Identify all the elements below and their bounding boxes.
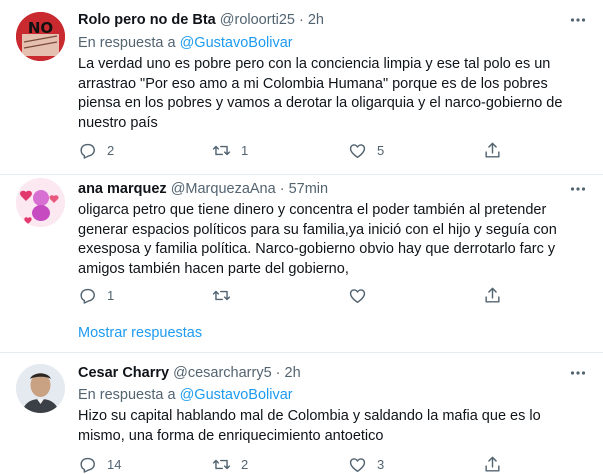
reply-label: En respuesta a <box>78 387 176 403</box>
author-handle[interactable]: @roloorti25 <box>220 12 295 28</box>
retweet-button[interactable]: 2 <box>212 454 248 474</box>
author-name[interactable]: Rolo pero no de Bta <box>78 12 216 28</box>
like-button[interactable]: 3 <box>348 454 384 474</box>
timestamp[interactable]: 2h <box>285 365 301 381</box>
tweet-feed: NO Rolo pero no de Bta @roloorti25 · 2h … <box>0 0 603 474</box>
tweet-text: La verdad uno es pobre pero con la conci… <box>78 56 563 131</box>
tweet-actions: 14 2 3 <box>78 454 508 474</box>
reply-button[interactable]: 14 <box>78 454 121 474</box>
like-count: 3 <box>377 456 385 472</box>
retweet-button[interactable] <box>212 285 241 305</box>
share-icon <box>485 456 500 472</box>
author-handle[interactable]: @MarquezaAna <box>171 181 276 197</box>
reply-label: En respuesta a <box>78 35 176 51</box>
avatar-image <box>16 178 65 227</box>
like-icon <box>349 457 366 472</box>
separator: · <box>298 12 304 28</box>
retweet-icon <box>212 290 231 300</box>
avatar-image <box>16 364 65 413</box>
share-button[interactable] <box>483 454 502 474</box>
tweet-text: Hizo su capital hablando mal de Colombia… <box>78 408 541 444</box>
avatar-image: NO <box>16 12 65 61</box>
separator: · <box>279 181 285 197</box>
more-icon[interactable] <box>569 180 587 198</box>
avatar[interactable] <box>16 364 65 413</box>
reply-icon <box>80 288 95 304</box>
reply-handle-link[interactable]: @GustavoBolivar <box>180 35 293 51</box>
timestamp[interactable]: 2h <box>308 12 324 28</box>
retweet-icon <box>212 459 231 469</box>
author-name[interactable]: Cesar Charry <box>78 365 169 381</box>
tweet-header: Rolo pero no de Bta @roloorti25 · 2h <box>78 11 324 29</box>
show-replies-link[interactable]: Mostrar respuestas <box>78 324 202 342</box>
reply-icon <box>80 143 95 159</box>
avatar[interactable] <box>16 178 65 227</box>
like-button[interactable] <box>348 285 377 305</box>
reply-context: En respuesta a @GustavoBolivar <box>78 34 293 52</box>
share-icon <box>485 287 500 303</box>
timestamp[interactable]: 57min <box>289 181 329 197</box>
reply-count: 1 <box>107 287 115 303</box>
more-icon[interactable] <box>569 11 587 29</box>
like-icon <box>349 143 366 158</box>
tweet-actions: 2 1 5 <box>78 140 508 160</box>
share-button[interactable] <box>483 140 502 160</box>
tweet-header: Cesar Charry @cesarcharry5 · 2h <box>78 364 301 382</box>
retweet-count: 2 <box>241 456 249 472</box>
author-handle[interactable]: @cesarcharry5 <box>173 365 272 381</box>
reply-context: En respuesta a @GustavoBolivar <box>78 386 293 404</box>
tweet-text: oligarca petro que tiene dinero y concen… <box>78 202 557 277</box>
retweet-button[interactable]: 1 <box>212 140 248 160</box>
more-icon[interactable] <box>569 364 587 382</box>
author-name[interactable]: ana marquez <box>78 181 167 197</box>
like-button[interactable]: 5 <box>348 140 384 160</box>
share-button[interactable] <box>483 285 502 305</box>
tweet-3[interactable]: Cesar Charry @cesarcharry5 · 2h En respu… <box>0 353 603 474</box>
retweet-icon <box>212 145 231 155</box>
reply-icon <box>80 457 95 473</box>
tweet-1[interactable]: NO Rolo pero no de Bta @roloorti25 · 2h … <box>0 0 603 174</box>
retweet-count: 1 <box>241 142 249 158</box>
avatar[interactable]: NO <box>16 12 65 61</box>
reply-button[interactable]: 1 <box>78 285 114 305</box>
like-icon <box>349 288 366 303</box>
reply-count: 2 <box>107 142 115 158</box>
tweet-header: ana marquez @MarquezaAna · 57min <box>78 180 328 198</box>
tweet-actions: 1 <box>78 285 508 305</box>
avatar-text: NO <box>28 19 53 37</box>
reply-button[interactable]: 2 <box>78 140 114 160</box>
reply-count: 14 <box>107 456 122 472</box>
reply-handle-link[interactable]: @GustavoBolivar <box>180 387 293 403</box>
like-count: 5 <box>377 142 385 158</box>
separator: · <box>275 365 281 381</box>
share-icon <box>485 142 500 158</box>
